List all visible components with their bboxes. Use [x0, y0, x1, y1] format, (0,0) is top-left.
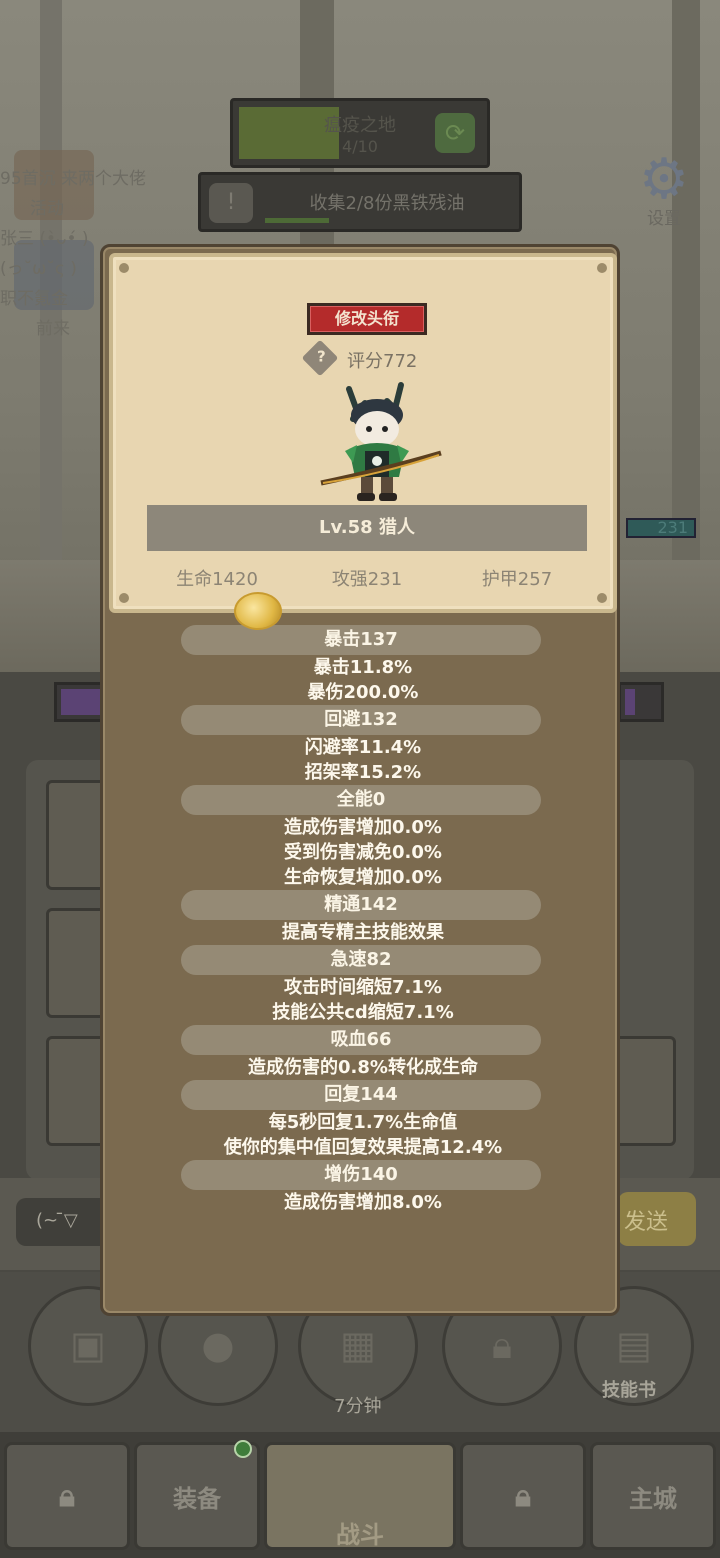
core-stats: 生命1420 攻强231 护甲257: [113, 565, 613, 595]
attribute-group: 回复144 每5秒回复1.7%生命值使你的集中值回复效果提高12.4%: [103, 1080, 623, 1160]
attribute-group: 全能0 造成伤害增加0.0% 受到伤害减免0.0% 生命恢复增加0.0%: [103, 785, 623, 890]
nav-tab-main-city[interactable]: 主城: [590, 1442, 716, 1550]
nav-label: 主城: [629, 1485, 677, 1513]
character-card: 修改头衔 ? 评分772 Lv.58 猎人 生命1420 攻强231 护甲257: [109, 253, 617, 613]
notification-dot: [234, 1440, 252, 1458]
nav-tab-locked[interactable]: 🔒︎: [460, 1442, 586, 1550]
coin-icon: [234, 592, 282, 630]
lock-icon: 🔒︎: [59, 1479, 75, 1514]
settings-label: 设置: [647, 209, 681, 229]
chest-timer: 7分钟: [334, 1396, 382, 1417]
attribute-detail: 造成伤害的0.8%转化成生命: [248, 1057, 478, 1078]
change-title-button[interactable]: 修改头衔: [307, 303, 427, 335]
chat-line: 95首沉 来两个大佬: [0, 169, 147, 189]
zone-progress-panel[interactable]: 瘟疫之地 4/10 ⟳: [230, 98, 490, 168]
xp-bar-left: [54, 682, 104, 722]
chat-line: 活动: [30, 199, 64, 219]
skillbook-label: 技能书: [602, 1380, 656, 1401]
stat-hp: 生命1420: [176, 569, 258, 590]
attribute-header: 回避132: [181, 705, 541, 735]
attribute-detail: 提高专精主技能效果: [282, 922, 444, 943]
stat-attack: 攻强231: [331, 569, 403, 590]
character-name: Lv.58 猎人: [147, 505, 587, 551]
attribute-header: 全能0: [181, 785, 541, 815]
refresh-icon[interactable]: ⟳: [435, 113, 475, 153]
attribute-group: 急速82 攻击时间缩短7.1% 技能公共cd缩短7.1%: [103, 945, 623, 1025]
attribute-header: 回复144: [181, 1080, 541, 1110]
potion-icon: ▣: [70, 1323, 106, 1367]
help-icon[interactable]: ?: [301, 339, 339, 377]
enemy-hp-bar: 231: [626, 518, 696, 538]
attribute-detail: 闪避率11.4%: [304, 737, 422, 758]
quest-text: 收集2/8份黑铁残油: [309, 193, 465, 214]
attribute-detail: 技能公共cd缩短7.1%: [272, 1002, 454, 1023]
bread-icon: ●: [201, 1323, 235, 1367]
attribute-detail: 每5秒回复1.7%生命值: [268, 1112, 458, 1133]
attribute-header: 精通142: [181, 890, 541, 920]
attribute-group: 增伤140 造成伤害增加8.0%: [103, 1160, 623, 1215]
attribute-group: 暴击137 暴击11.8% 暴伤200.0%: [103, 625, 623, 705]
card-rivet: [119, 263, 129, 273]
attribute-detail: 攻击时间缩短7.1%: [284, 977, 442, 998]
gear-icon: ⚙: [638, 147, 690, 212]
attribute-detail: 使你的集中值回复效果提高12.4%: [223, 1137, 503, 1158]
book-icon: ▤: [616, 1323, 652, 1367]
attribute-group: 精通142 提高专精主技能效果: [103, 890, 623, 945]
nav-tab-locked[interactable]: 🔒︎: [4, 1442, 130, 1550]
attribute-header: 暴击137: [181, 625, 541, 655]
attribute-detail: 暴伤200.0%: [307, 682, 419, 703]
attribute-header: 吸血66: [181, 1025, 541, 1055]
attribute-list: 暴击137 暴击11.8% 暴伤200.0% 回避132 闪避率11.4% 招架率15.2…: [103, 625, 623, 1215]
attribute-header: 增伤140: [181, 1160, 541, 1190]
warning-icon: !: [209, 183, 253, 223]
send-button[interactable]: 发送: [618, 1192, 696, 1246]
score-text: 评分772: [347, 351, 418, 372]
attribute-detail: 暴击11.8%: [313, 657, 413, 678]
xp-bar-right: [618, 682, 664, 722]
score-row: ? 评分772: [301, 339, 447, 377]
character-stats-modal: 修改头衔 ? 评分772 Lv.58 猎人 生命1420 攻强231 护甲257…: [100, 244, 620, 1316]
attribute-header: 急速82: [181, 945, 541, 975]
tree-trunk: [672, 0, 700, 600]
card-rivet: [597, 263, 607, 273]
attribute-detail: 招架率15.2%: [304, 762, 422, 783]
lock-icon: 🔒︎: [491, 1323, 513, 1367]
nav-label: 战斗: [336, 1521, 384, 1549]
attribute-detail: 生命恢复增加0.0%: [284, 867, 442, 888]
chest-icon: ▦: [340, 1323, 376, 1367]
settings-button[interactable]: ⚙ 设置: [626, 150, 702, 230]
nav-tab-battle[interactable]: 战斗: [264, 1442, 456, 1550]
attribute-detail: 受到伤害减免0.0%: [284, 842, 442, 863]
attribute-detail: 造成伤害增加0.0%: [284, 817, 442, 838]
stat-armor: 护甲257: [481, 569, 553, 590]
attribute-group: 吸血66 造成伤害的0.8%转化成生命: [103, 1025, 623, 1080]
nav-label: 装备: [173, 1485, 221, 1513]
quest-panel[interactable]: ! 收集2/8份黑铁残油: [198, 172, 522, 232]
nav-tab-equipment[interactable]: 装备: [134, 1442, 260, 1550]
hero-portrait: [320, 382, 442, 501]
lock-icon: 🔒︎: [515, 1479, 531, 1514]
quest-progress-bar: [265, 218, 329, 223]
attribute-group: 回避132 闪避率11.4% 招架率15.2%: [103, 705, 623, 785]
attribute-detail: 造成伤害增加8.0%: [284, 1192, 442, 1213]
